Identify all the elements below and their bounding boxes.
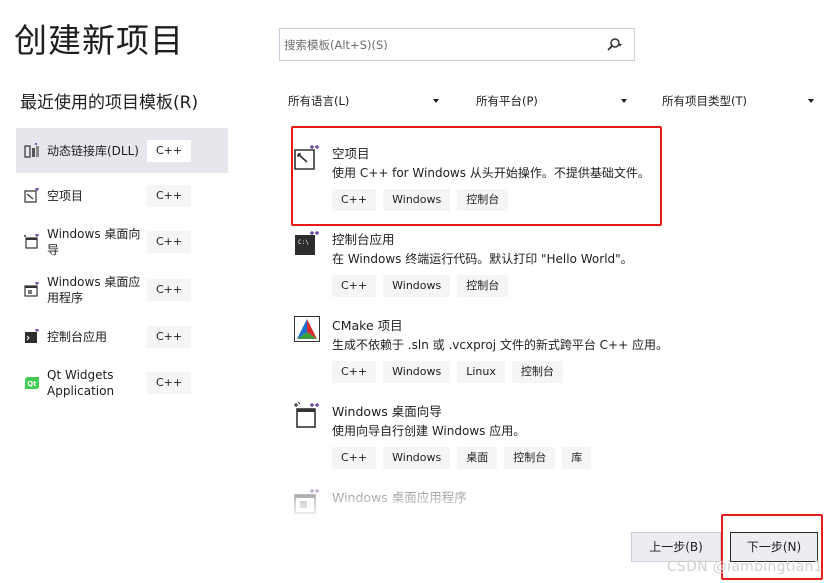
language-tag: C++ — [147, 184, 191, 207]
recent-item-label: 空项目 — [47, 188, 84, 203]
desktop-app-icon — [24, 282, 39, 297]
language-tag: C++ — [147, 325, 191, 348]
recent-item-dll[interactable]: 动态链接库(DLL) C++ — [16, 128, 228, 173]
template-tag: Windows — [383, 447, 451, 469]
language-tag: C++ — [147, 279, 191, 301]
template-tag: Windows — [383, 275, 451, 297]
template-tag: C++ — [332, 447, 377, 469]
template-name: 控制台应用 — [332, 232, 395, 247]
template-description: 使用 C++ for Windows 从头开始操作。不提供基础文件。 — [332, 166, 650, 180]
template-tag: C++ — [332, 275, 377, 297]
language-filter-dropdown[interactable]: 所有语言(L) — [279, 86, 449, 116]
template-tags: C++ Windows 控制台 — [332, 275, 509, 297]
recent-templates-list: 动态链接库(DLL) C++ 空项目 C++ Windows 桌面向导 C++ … — [16, 128, 228, 407]
language-tag: C++ — [147, 139, 191, 162]
template-tag: 控制台 — [457, 275, 509, 297]
next-button[interactable]: 下一步(N) — [730, 532, 818, 562]
template-name: CMake 项目 — [332, 318, 403, 333]
recent-item-desktop-app[interactable]: Windows 桌面应用程序 C++ — [16, 266, 228, 314]
prev-button[interactable]: 上一步(B) — [631, 532, 721, 562]
template-tag: 控制台 — [504, 447, 556, 469]
template-tag: 桌面 — [457, 447, 498, 469]
template-tags: C++ Windows 桌面 控制台 库 — [332, 447, 592, 469]
console-app-icon — [25, 328, 39, 343]
template-tag: Windows — [383, 361, 451, 383]
template-name: Windows 桌面向导 — [332, 404, 442, 419]
template-tags: C++ Windows 控制台 — [332, 189, 509, 211]
recent-item-console-app[interactable]: 控制台应用 C++ — [16, 314, 228, 359]
recent-item-label: Qt Widgets Application — [47, 368, 115, 398]
template-tag: 控制台 — [457, 189, 509, 211]
empty-project-icon — [294, 145, 319, 170]
desktop-wizard-icon — [294, 402, 319, 428]
recent-item-label: 控制台应用 — [47, 329, 108, 344]
template-tag: C++ — [332, 189, 377, 211]
recent-item-qt-widgets[interactable]: Qt Qt Widgets Application C++ — [16, 359, 228, 407]
recent-item-label: Windows 桌面应用程序 — [47, 275, 141, 305]
template-name: 空项目 — [332, 146, 370, 161]
template-tag: C++ — [332, 361, 377, 383]
chevron-down-icon — [808, 99, 814, 103]
project-type-filter-dropdown[interactable]: 所有项目类型(T) — [653, 86, 824, 116]
cmake-icon — [294, 316, 320, 342]
console-app-icon: C:\ — [295, 231, 319, 255]
search-icon[interactable] — [606, 37, 622, 53]
template-tag: Windows — [383, 189, 451, 211]
recent-item-empty-project[interactable]: 空项目 C++ — [16, 173, 228, 218]
page-title: 创建新项目 — [14, 21, 184, 60]
chevron-down-icon — [433, 99, 439, 103]
language-tag: C++ — [147, 231, 191, 253]
template-tags: C++ Windows Linux 控制台 — [332, 361, 563, 383]
project-type-filter-value: 所有项目类型(T) — [662, 94, 747, 108]
platform-filter-value: 所有平台(P) — [476, 94, 538, 108]
language-filter-value: 所有语言(L) — [288, 94, 350, 108]
language-tag: C++ — [147, 372, 191, 394]
qt-icon: Qt — [25, 377, 39, 389]
chevron-down-icon — [621, 99, 627, 103]
watermark: CSDN @iambingtian1 — [666, 559, 823, 575]
template-tag: 控制台 — [511, 361, 563, 383]
search-box[interactable] — [279, 28, 635, 61]
dll-icon — [24, 142, 39, 158]
svg-text:Qt: Qt — [27, 380, 37, 388]
template-item-empty-project[interactable]: 空项目 使用 C++ for Windows 从头开始操作。不提供基础文件。 C… — [292, 130, 662, 216]
template-description: 在 Windows 终端运行代码。默认打印 "Hello World"。 — [332, 252, 633, 266]
recent-item-desktop-wizard[interactable]: Windows 桌面向导 C++ — [16, 218, 228, 266]
template-item-console-app[interactable]: C:\ 控制台应用 在 Windows 终端运行代码。默认打印 "Hello W… — [292, 216, 662, 302]
desktop-wizard-icon — [24, 234, 39, 249]
template-item-desktop-wizard[interactable]: Windows 桌面向导 使用向导自行创建 Windows 应用。 C++ Wi… — [292, 388, 662, 474]
platform-filter-dropdown[interactable]: 所有平台(P) — [467, 86, 637, 116]
search-input[interactable] — [284, 35, 584, 55]
template-description: 生成不依赖于 .sln 或 .vcxproj 文件的新式跨平台 C++ 应用。 — [332, 338, 668, 352]
template-tag: 库 — [562, 447, 592, 469]
svg-text:C:\: C:\ — [298, 239, 309, 246]
recent-templates-heading: 最近使用的项目模板(R) — [20, 93, 199, 113]
template-description: 使用向导自行创建 Windows 应用。 — [332, 424, 526, 438]
empty-project-icon — [24, 187, 39, 203]
template-item-cmake[interactable]: CMake 项目 生成不依赖于 .sln 或 .vcxproj 文件的新式跨平台… — [292, 302, 668, 388]
list-fade-overlay — [280, 492, 670, 522]
recent-item-label: 动态链接库(DLL) — [47, 143, 139, 158]
template-tag: Linux — [457, 361, 505, 383]
recent-item-label: Windows 桌面向导 — [47, 227, 141, 257]
